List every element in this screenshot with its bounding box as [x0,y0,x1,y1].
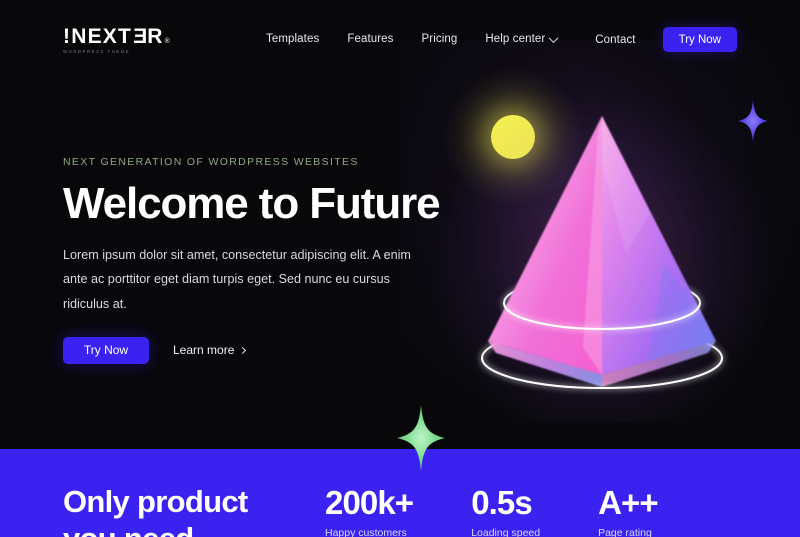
stat-item: 200k+ Happy customers [325,484,414,537]
nav-link-features[interactable]: Features [347,33,393,45]
stat-label: Happy customers [325,526,407,537]
stat-item: 0.5s Loading speed [471,484,541,537]
stat-value: A++ [598,484,659,521]
stats-group: 200k+ Happy customers 0.5s Loading speed… [325,484,659,537]
top-navigation: !N EXT E R ® WORDPRESS THEME Templates Featu… [0,0,800,78]
logo-tagline: WORDPRESS THEME [63,49,131,54]
logo-text-part2: EXT [87,25,133,48]
nav-link-pricing[interactable]: Pricing [422,33,458,45]
nav-link-templates[interactable]: Templates [266,33,319,45]
site-logo[interactable]: !N EXT E R ® WORDPRESS THEME [63,25,171,54]
logo-text-part3: R [147,25,164,48]
nav-links-group: Templates Features Pricing Help center [266,32,559,45]
sun-glow [443,67,583,207]
nav-link-contact[interactable]: Contact [595,34,635,46]
stat-value: 200k+ [325,484,414,521]
band-headline-line2: you need [63,521,194,537]
pyramid-glow [422,83,782,423]
hero-headline: Welcome to Future [63,178,441,228]
hero-learn-more-link[interactable]: Learn more [173,343,247,358]
logo-trademark: ® [164,38,171,45]
hero-section: !N EXT E R ® WORDPRESS THEME Templates Featu… [0,0,800,449]
stat-item: A++ Page rating [598,484,659,537]
stat-label: Page rating [598,526,652,537]
hero-paragraph: Lorem ipsum dolor sit amet, consectetur … [63,248,411,311]
hero-background-glow [400,40,800,440]
band-headline-line1: Only product [63,484,248,519]
nav-actions-group: Contact Try Now [595,27,737,52]
four-point-star-icon [397,405,445,471]
logo-text-part1: !N [63,25,88,48]
logo-reversed-e: E [132,25,148,48]
stat-label: Loading speed [471,526,541,537]
chevron-right-icon [239,346,247,354]
sun-circle [491,115,535,159]
hero-cta-group: Try Now Learn more [63,336,423,364]
nav-try-now-button[interactable]: Try Now [662,27,737,52]
page-root: !N EXT E R ® WORDPRESS THEME Templates Featu… [0,0,800,537]
nav-dropdown-label: Help center [485,33,546,45]
stat-value: 0.5s [471,484,533,521]
logo-wordmark: !N EXT E R ® [63,25,171,48]
hero-content: NEXT GENERATION OF WORDPRESS WEBSITES We… [63,156,441,364]
hero-learn-more-label: Learn more [173,343,235,358]
hero-try-now-button[interactable]: Try Now [63,336,149,364]
hero-eyebrow: NEXT GENERATION OF WORDPRESS WEBSITES [63,156,359,168]
band-headline: Only product you need [63,484,248,537]
chevron-down-icon [548,32,559,43]
nav-dropdown-help-center[interactable]: Help center [485,32,559,45]
pyramid-3d-graphic [422,83,782,423]
four-point-star-icon [738,100,768,142]
